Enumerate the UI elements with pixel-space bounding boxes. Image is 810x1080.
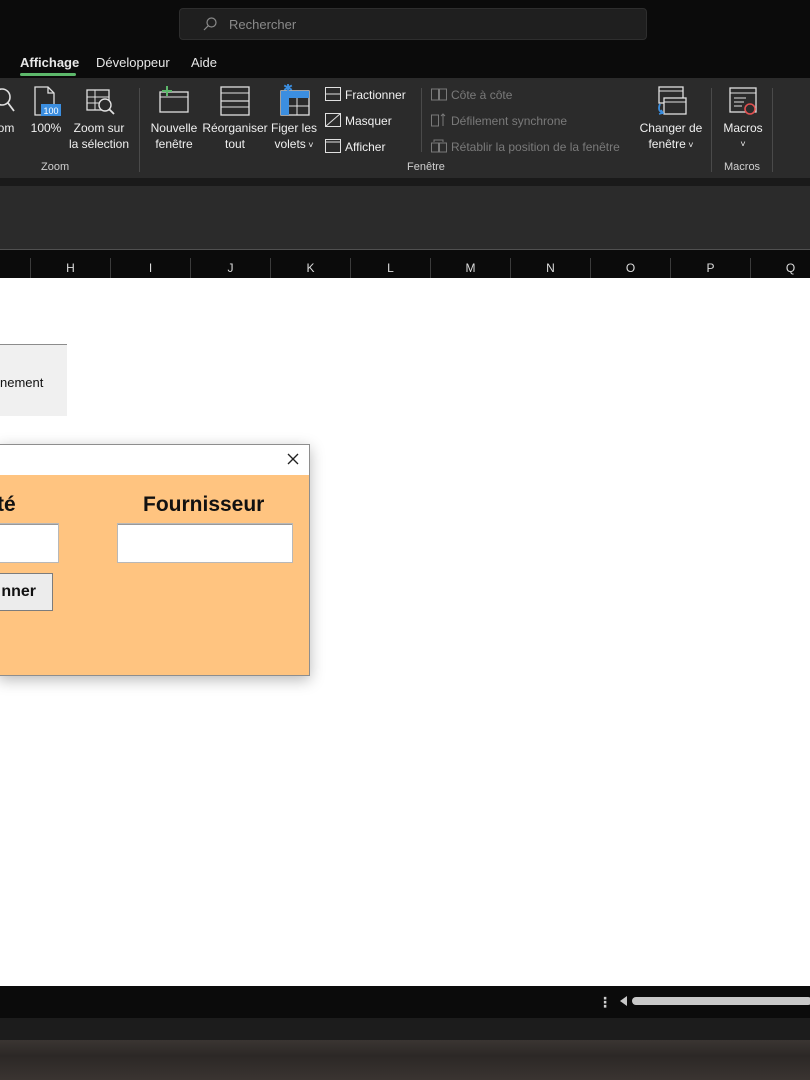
group-label-macros: Macros bbox=[724, 161, 761, 173]
ribbon-tabs: Affichage Développeur Aide bbox=[0, 48, 810, 78]
active-tab-indicator bbox=[20, 73, 76, 76]
ribbon-separator bbox=[772, 88, 773, 172]
arrange-all-label-2: tout bbox=[224, 137, 245, 151]
zoom-selection-icon bbox=[86, 89, 115, 115]
sheet-status-bar: ⋮ bbox=[0, 986, 810, 1018]
more-options-icon[interactable]: ⋮ bbox=[598, 994, 612, 1011]
macros-button[interactable]: Macros ˅ bbox=[718, 120, 768, 152]
split-icon bbox=[325, 87, 341, 101]
ribbon: om 100 100% Zoom sur la sélection Zoom N… bbox=[0, 78, 810, 178]
close-icon[interactable] bbox=[285, 451, 301, 467]
arrange-all-button[interactable]: Réorganiser tout bbox=[202, 120, 268, 152]
switch-window-button[interactable]: Changer de fenêtre ˅ bbox=[634, 120, 708, 153]
column-header[interactable] bbox=[0, 258, 30, 278]
unhide-button[interactable]: Afficher bbox=[345, 139, 385, 155]
new-window-label-2: fenêtre bbox=[155, 137, 193, 151]
horizontal-scrollbar-thumb[interactable] bbox=[632, 997, 810, 1005]
switch-window-label-1: Changer de bbox=[639, 121, 703, 135]
zoom-selection-label-1: Zoom sur bbox=[73, 121, 125, 135]
scroll-left-icon[interactable] bbox=[620, 996, 627, 1006]
new-window-icon bbox=[159, 86, 189, 113]
chevron-down-icon: ˅ bbox=[685, 140, 694, 150]
column-header-h[interactable]: H bbox=[30, 258, 110, 278]
column-header-n[interactable]: N bbox=[510, 258, 590, 278]
search-box[interactable]: Rechercher bbox=[179, 8, 647, 40]
sync-scroll-icon bbox=[431, 113, 446, 127]
zoom-button[interactable]: om bbox=[0, 120, 18, 136]
ribbon-separator bbox=[711, 88, 712, 172]
column-header-q[interactable]: Q bbox=[750, 258, 810, 278]
switch-window-label-2: fenêtre bbox=[648, 137, 686, 151]
tab-developpeur[interactable]: Développeur bbox=[96, 55, 170, 70]
dialog-title-bar bbox=[0, 445, 309, 475]
chevron-down-icon: ˅ bbox=[305, 140, 314, 150]
quantity-input[interactable] bbox=[0, 523, 59, 563]
search-icon bbox=[203, 17, 217, 31]
ribbon-bottom-border bbox=[0, 178, 810, 186]
hide-icon bbox=[325, 113, 341, 127]
sync-scroll-button[interactable]: Défilement synchrone bbox=[451, 113, 567, 129]
new-window-button[interactable]: Nouvelle fenêtre bbox=[146, 120, 202, 152]
freeze-panes-button[interactable]: Figer les volets ˅ bbox=[268, 120, 320, 153]
submit-button[interactable]: nner bbox=[0, 573, 53, 611]
quantity-label: té bbox=[0, 493, 16, 516]
zoom-100-button[interactable]: 100% bbox=[28, 120, 64, 136]
zoom-icon bbox=[0, 88, 15, 112]
sheet-form-button[interactable]: nement bbox=[0, 344, 67, 416]
unhide-icon bbox=[325, 139, 341, 153]
tab-affichage[interactable]: Affichage bbox=[20, 55, 79, 70]
side-by-side-icon bbox=[431, 88, 447, 101]
supplier-label: Fournisseur bbox=[143, 493, 265, 516]
freeze-panes-icon: ✱ bbox=[280, 84, 310, 116]
group-label-window: Fenêtre bbox=[407, 161, 445, 173]
search-placeholder: Rechercher bbox=[229, 17, 297, 32]
ribbon-separator bbox=[421, 88, 422, 152]
title-bar: Rechercher bbox=[0, 0, 810, 48]
switch-window-icon bbox=[658, 86, 687, 115]
column-header-k[interactable]: K bbox=[270, 258, 350, 278]
zoom-selection-label-2: la sélection bbox=[68, 137, 130, 151]
freeze-panes-label-2: volets bbox=[274, 137, 306, 151]
macros-label: Macros bbox=[723, 121, 763, 135]
arrange-all-label-1: Réorganiser bbox=[202, 121, 268, 135]
column-header-p[interactable]: P bbox=[670, 258, 750, 278]
userform-dialog: té Fournisseur nner bbox=[0, 444, 310, 676]
column-header-m[interactable]: M bbox=[430, 258, 510, 278]
sheet-form-button-label: nement bbox=[0, 375, 44, 390]
column-header-i[interactable]: I bbox=[110, 258, 190, 278]
column-header-j[interactable]: J bbox=[190, 258, 270, 278]
column-header-l[interactable]: L bbox=[350, 258, 430, 278]
reset-position-icon bbox=[431, 139, 447, 153]
column-header-o[interactable]: O bbox=[590, 258, 670, 278]
hide-button[interactable]: Masquer bbox=[345, 113, 392, 129]
zoom-100-badge: 100 bbox=[43, 106, 58, 116]
reset-position-button[interactable]: Rétablir la position de la fenêtre bbox=[451, 139, 620, 155]
chevron-down-icon: ˅ bbox=[740, 139, 746, 149]
zoom-selection-button[interactable]: Zoom sur la sélection bbox=[66, 120, 132, 152]
tab-aide[interactable]: Aide bbox=[191, 55, 217, 70]
worksheet-grid[interactable]: nement té Fournisseur nner bbox=[0, 278, 810, 986]
zoom-100-icon: 100 bbox=[34, 86, 61, 116]
taskbar-strip bbox=[0, 1018, 810, 1040]
side-by-side-button[interactable]: Côte à côte bbox=[451, 87, 512, 103]
formula-bar-area bbox=[0, 186, 810, 250]
freeze-panes-label-1: Figer les bbox=[270, 121, 317, 135]
new-window-label-1: Nouvelle bbox=[150, 121, 198, 135]
svg-text:✱: ✱ bbox=[283, 84, 293, 95]
screen-bezel bbox=[0, 1040, 810, 1080]
arrange-all-icon bbox=[220, 86, 250, 116]
split-button[interactable]: Fractionner bbox=[345, 87, 406, 103]
macros-icon bbox=[729, 87, 757, 115]
group-label-zoom: Zoom bbox=[41, 161, 70, 173]
ribbon-separator bbox=[139, 88, 140, 172]
column-headers: H I J K L M N O P Q bbox=[0, 258, 810, 278]
supplier-input[interactable] bbox=[117, 523, 293, 563]
